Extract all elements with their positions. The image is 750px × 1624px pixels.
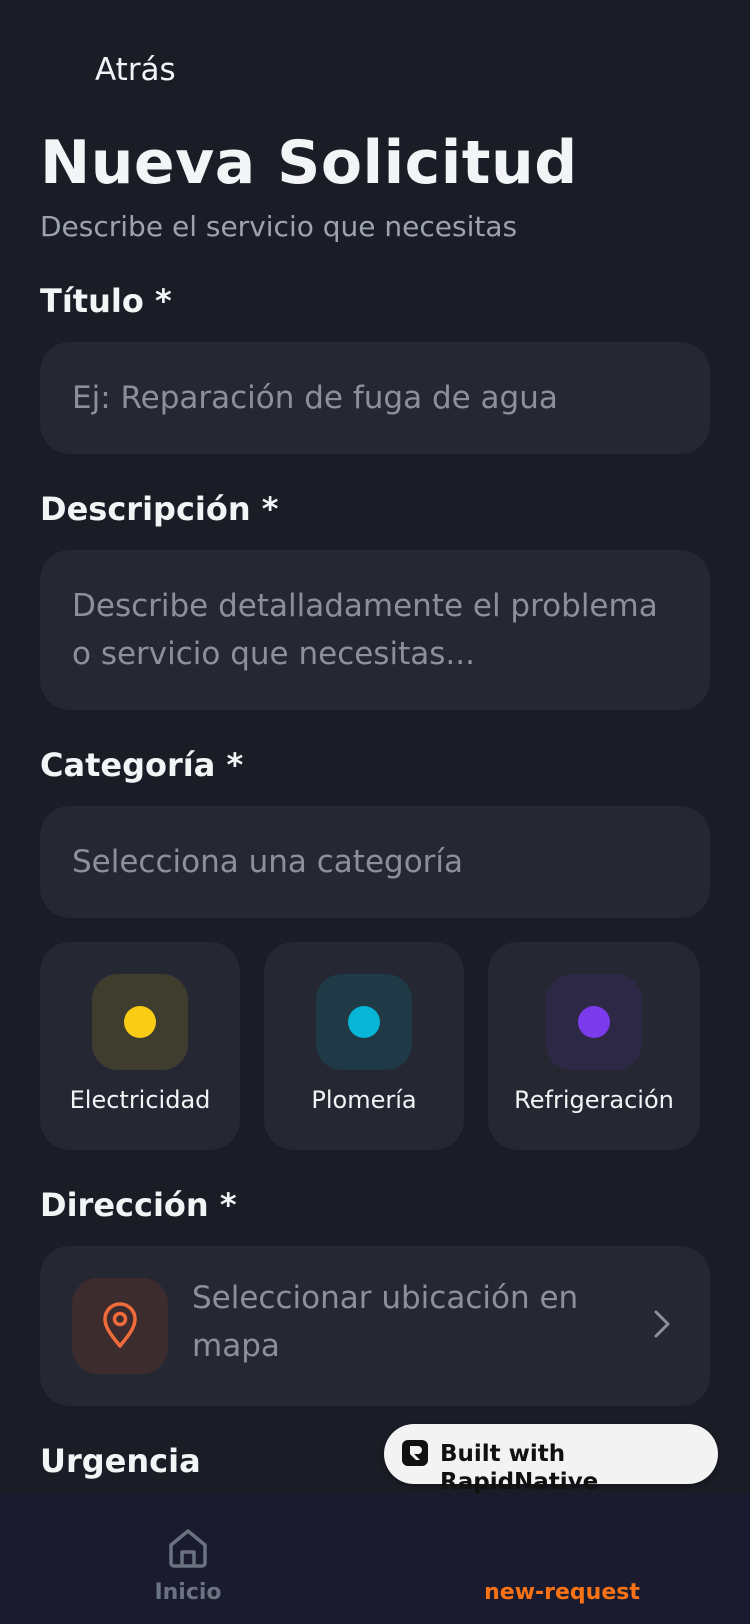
built-with-rapidnative-badge[interactable]: Built with RapidNative [384,1424,718,1495]
category-option-label: Electricidad [69,1086,211,1114]
category-option-refrigeracion[interactable]: Refrigeración [488,942,700,1150]
chevron-right-icon [654,1310,670,1338]
new-request-screen: Atrás Nueva Solicitud Describe el servic… [0,0,750,1624]
location-pin-icon [103,1302,137,1348]
title-input[interactable]: Ej: Reparación de fuga de agua [40,342,710,454]
rapidnative-logo-icon [402,1440,428,1466]
address-label: Dirección * [40,1186,237,1224]
description-label: Descripción * [40,490,279,528]
description-textarea[interactable]: Describe detalladamente el problema o se… [40,550,710,710]
category-option-label: Refrigeración [514,1086,674,1114]
tab-new-request[interactable]: new-request [432,1494,692,1624]
purple-dot-icon [578,1006,610,1038]
select-location-button[interactable]: Seleccionar ubicación en mapa [40,1246,710,1406]
tab-inicio-label: Inicio [154,1580,222,1605]
location-pin-icon-wrap [72,1278,168,1374]
cyan-dot-icon [348,1006,380,1038]
category-options: Electricidad Plomería Refrigeración [40,942,710,1150]
page-title: Nueva Solicitud [40,128,578,198]
category-icon-refrigeracion [546,974,642,1070]
title-input-placeholder: Ej: Reparación de fuga de agua [72,380,558,416]
category-option-label: Plomería [311,1086,417,1114]
location-placeholder: Seleccionar ubicación en mapa [192,1280,579,1364]
tab-new-request-label: new-request [484,1580,640,1605]
category-icon-plomeria [316,974,412,1070]
description-textarea-placeholder: Describe detalladamente el problema o se… [72,588,658,672]
back-button[interactable]: Atrás [95,52,176,88]
badge-label: Built with RapidNative [440,1441,599,1495]
yellow-dot-icon [124,1006,156,1038]
tab-inicio[interactable]: Inicio [58,1494,318,1624]
category-label: Categoría * [40,746,244,784]
category-select-placeholder: Selecciona una categoría [72,844,464,880]
category-select[interactable]: Selecciona una categoría [40,806,710,918]
urgency-label: Urgencia [40,1442,201,1480]
category-icon-electricidad [92,974,188,1070]
page-subtitle: Describe el servicio que necesitas [40,210,518,243]
home-icon [169,1529,207,1568]
category-option-plomeria[interactable]: Plomería [264,942,464,1150]
title-label: Título * [40,282,172,320]
bottom-tab-bar: Inicio new-request [0,1494,750,1624]
category-option-electricidad[interactable]: Electricidad [40,942,240,1150]
